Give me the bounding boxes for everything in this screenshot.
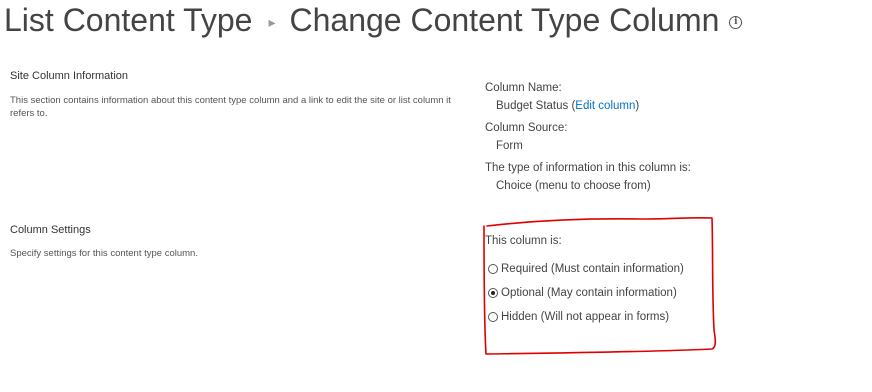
radio-option-hidden[interactable]: Hidden (Will not appear in forms) — [488, 311, 669, 323]
site-column-info-heading: Site Column Information — [10, 70, 128, 82]
radio-button-required[interactable] — [488, 264, 498, 274]
column-source-value: Form — [496, 140, 523, 152]
page-title-bar: List Content Type ▸ Change Content Type … — [4, 0, 743, 40]
radio-label-required[interactable]: Required (Must contain information) — [501, 263, 684, 275]
radio-label-hidden[interactable]: Hidden (Will not appear in forms) — [501, 311, 669, 323]
radio-option-optional[interactable]: Optional (May contain information) — [488, 287, 677, 299]
info-circle-icon[interactable]: i — [729, 15, 743, 29]
page-title: Change Content Type Column — [289, 1, 720, 38]
site-column-info-description: This section contains information about … — [10, 95, 451, 119]
column-settings-heading: Column Settings — [10, 224, 91, 236]
edit-column-link[interactable]: Edit column — [575, 100, 635, 112]
annotation-highlight-box — [483, 216, 717, 355]
radio-option-required[interactable]: Required (Must contain information) — [488, 263, 684, 275]
column-settings-description: Specify settings for this content type c… — [10, 248, 198, 259]
column-type-label: The type of information in this column i… — [485, 162, 691, 174]
radio-label-optional[interactable]: Optional (May contain information) — [501, 287, 677, 299]
column-visibility-prompt: This column is: — [485, 235, 562, 247]
radio-button-hidden[interactable] — [488, 312, 498, 322]
column-name-label: Column Name: — [485, 82, 562, 94]
column-name-value: Budget Status — [496, 100, 569, 112]
breadcrumb-list-content-type[interactable]: List Content Type — [4, 2, 252, 39]
column-source-label: Column Source: — [485, 122, 568, 134]
edit-link-paren-close: ) — [635, 100, 640, 112]
radio-button-optional[interactable] — [488, 288, 498, 298]
column-name-row: Budget Status (Edit column) — [496, 100, 639, 112]
column-type-value: Choice (menu to choose from) — [496, 180, 651, 192]
breadcrumb-separator-icon: ▸ — [268, 13, 276, 30]
